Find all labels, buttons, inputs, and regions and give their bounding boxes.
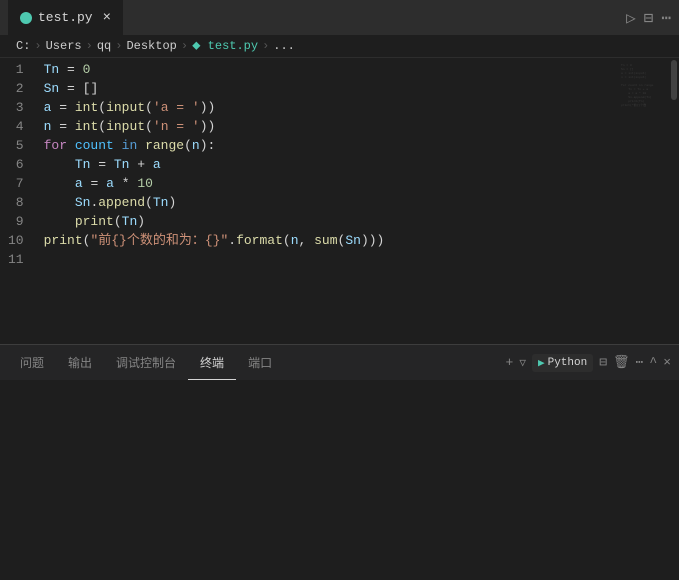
- panel-close-icon[interactable]: ×: [663, 355, 671, 370]
- new-terminal-icon[interactable]: +: [506, 355, 514, 370]
- panel-tab-debug[interactable]: 调试控制台: [104, 345, 188, 380]
- editor-area: 1234567891011 Tn = 0Sn = []a = int(input…: [0, 58, 679, 344]
- python-badge[interactable]: ▶ Python: [532, 354, 593, 372]
- title-bar: test.py × ▷ ⊟ ⋯: [0, 0, 679, 35]
- breadcrumb-item[interactable]: Desktop: [126, 39, 176, 53]
- code-line: Sn = []: [44, 79, 619, 98]
- split-terminal-icon[interactable]: ▽: [519, 356, 526, 370]
- breadcrumb-sep: ›: [115, 39, 122, 53]
- breadcrumb-item[interactable]: ⬥ test.py: [192, 39, 258, 53]
- panel-more-icon[interactable]: ⋯: [636, 355, 644, 370]
- panel-up-icon[interactable]: ^: [649, 355, 657, 370]
- more-actions-icon[interactable]: ⋯: [661, 8, 671, 28]
- breadcrumb-item[interactable]: C:: [16, 39, 30, 53]
- panel-tab-ports[interactable]: 端口: [236, 345, 284, 380]
- scrollbar-thumb[interactable]: [671, 60, 677, 100]
- line-numbers: 1234567891011: [0, 58, 36, 344]
- panel-tab-actions: + ▽ ▶ Python ⊟ 🗑 ⋯ ^ ×: [506, 354, 671, 372]
- line-number: 7: [8, 174, 24, 193]
- breadcrumb: C: › Users › qq › Desktop › ⬥ test.py › …: [0, 35, 679, 58]
- panel-tab-terminal[interactable]: 终端: [188, 345, 236, 380]
- line-number: 9: [8, 212, 24, 231]
- breadcrumb-sep: ›: [181, 39, 188, 53]
- code-line: print("前{}个数的和为：{}".format(n, sum(Sn))): [44, 231, 619, 250]
- panel: 问题 输出 调试控制台 终端 端口 + ▽ ▶ Python ⊟ 🗑 ⋯ ^ ×: [0, 344, 679, 580]
- tab-close-button[interactable]: ×: [103, 10, 111, 26]
- code-editor[interactable]: Tn = 0Sn = []a = int(input('a = '))n = i…: [36, 58, 619, 344]
- vertical-scrollbar[interactable]: [669, 58, 679, 344]
- line-number: 5: [8, 136, 24, 155]
- file-icon: [20, 12, 32, 24]
- panel-tab-problems[interactable]: 问题: [8, 345, 56, 380]
- code-line: Tn = Tn + a: [44, 155, 619, 174]
- run-icon[interactable]: ▷: [626, 8, 636, 28]
- line-number: 6: [8, 155, 24, 174]
- code-line: Tn = 0: [44, 60, 619, 79]
- panel-tabs: 问题 输出 调试控制台 终端 端口 + ▽ ▶ Python ⊟ 🗑 ⋯ ^ ×: [0, 345, 679, 380]
- code-line: a = int(input('a = ')): [44, 98, 619, 117]
- breadcrumb-item[interactable]: Users: [46, 39, 82, 53]
- code-line: a = a * 10: [44, 174, 619, 193]
- panel-delete-icon[interactable]: 🗑: [613, 355, 630, 370]
- split-editor-icon[interactable]: ⊟: [644, 8, 654, 28]
- title-bar-actions: ▷ ⊟ ⋯: [626, 8, 671, 28]
- line-number: 2: [8, 79, 24, 98]
- minimap-content: Tn = 0 Sn = [] a = int(input( n = int(in…: [619, 58, 669, 114]
- breadcrumb-item[interactable]: qq: [97, 39, 111, 53]
- minimap: Tn = 0 Sn = [] a = int(input( n = int(in…: [619, 58, 669, 344]
- panel-body: [0, 380, 679, 580]
- line-number: 8: [8, 193, 24, 212]
- breadcrumb-sep: ›: [86, 39, 93, 53]
- editor-tab[interactable]: test.py ×: [8, 0, 123, 35]
- line-number: 11: [8, 250, 24, 269]
- line-number: 3: [8, 98, 24, 117]
- python-icon: ▶: [538, 356, 545, 370]
- code-line: Sn.append(Tn): [44, 193, 619, 212]
- breadcrumb-item[interactable]: ...: [273, 39, 295, 53]
- tab-filename: test.py: [38, 10, 93, 25]
- line-number: 10: [8, 231, 24, 250]
- breadcrumb-sep: ›: [34, 39, 41, 53]
- code-line: print(Tn): [44, 212, 619, 231]
- line-number: 1: [8, 60, 24, 79]
- breadcrumb-sep: ›: [262, 39, 269, 53]
- code-line: for count in range(n):: [44, 136, 619, 155]
- line-number: 4: [8, 117, 24, 136]
- code-line: n = int(input('n = ')): [44, 117, 619, 136]
- panel-tab-output[interactable]: 输出: [56, 345, 104, 380]
- panel-split-icon[interactable]: ⊟: [599, 355, 607, 370]
